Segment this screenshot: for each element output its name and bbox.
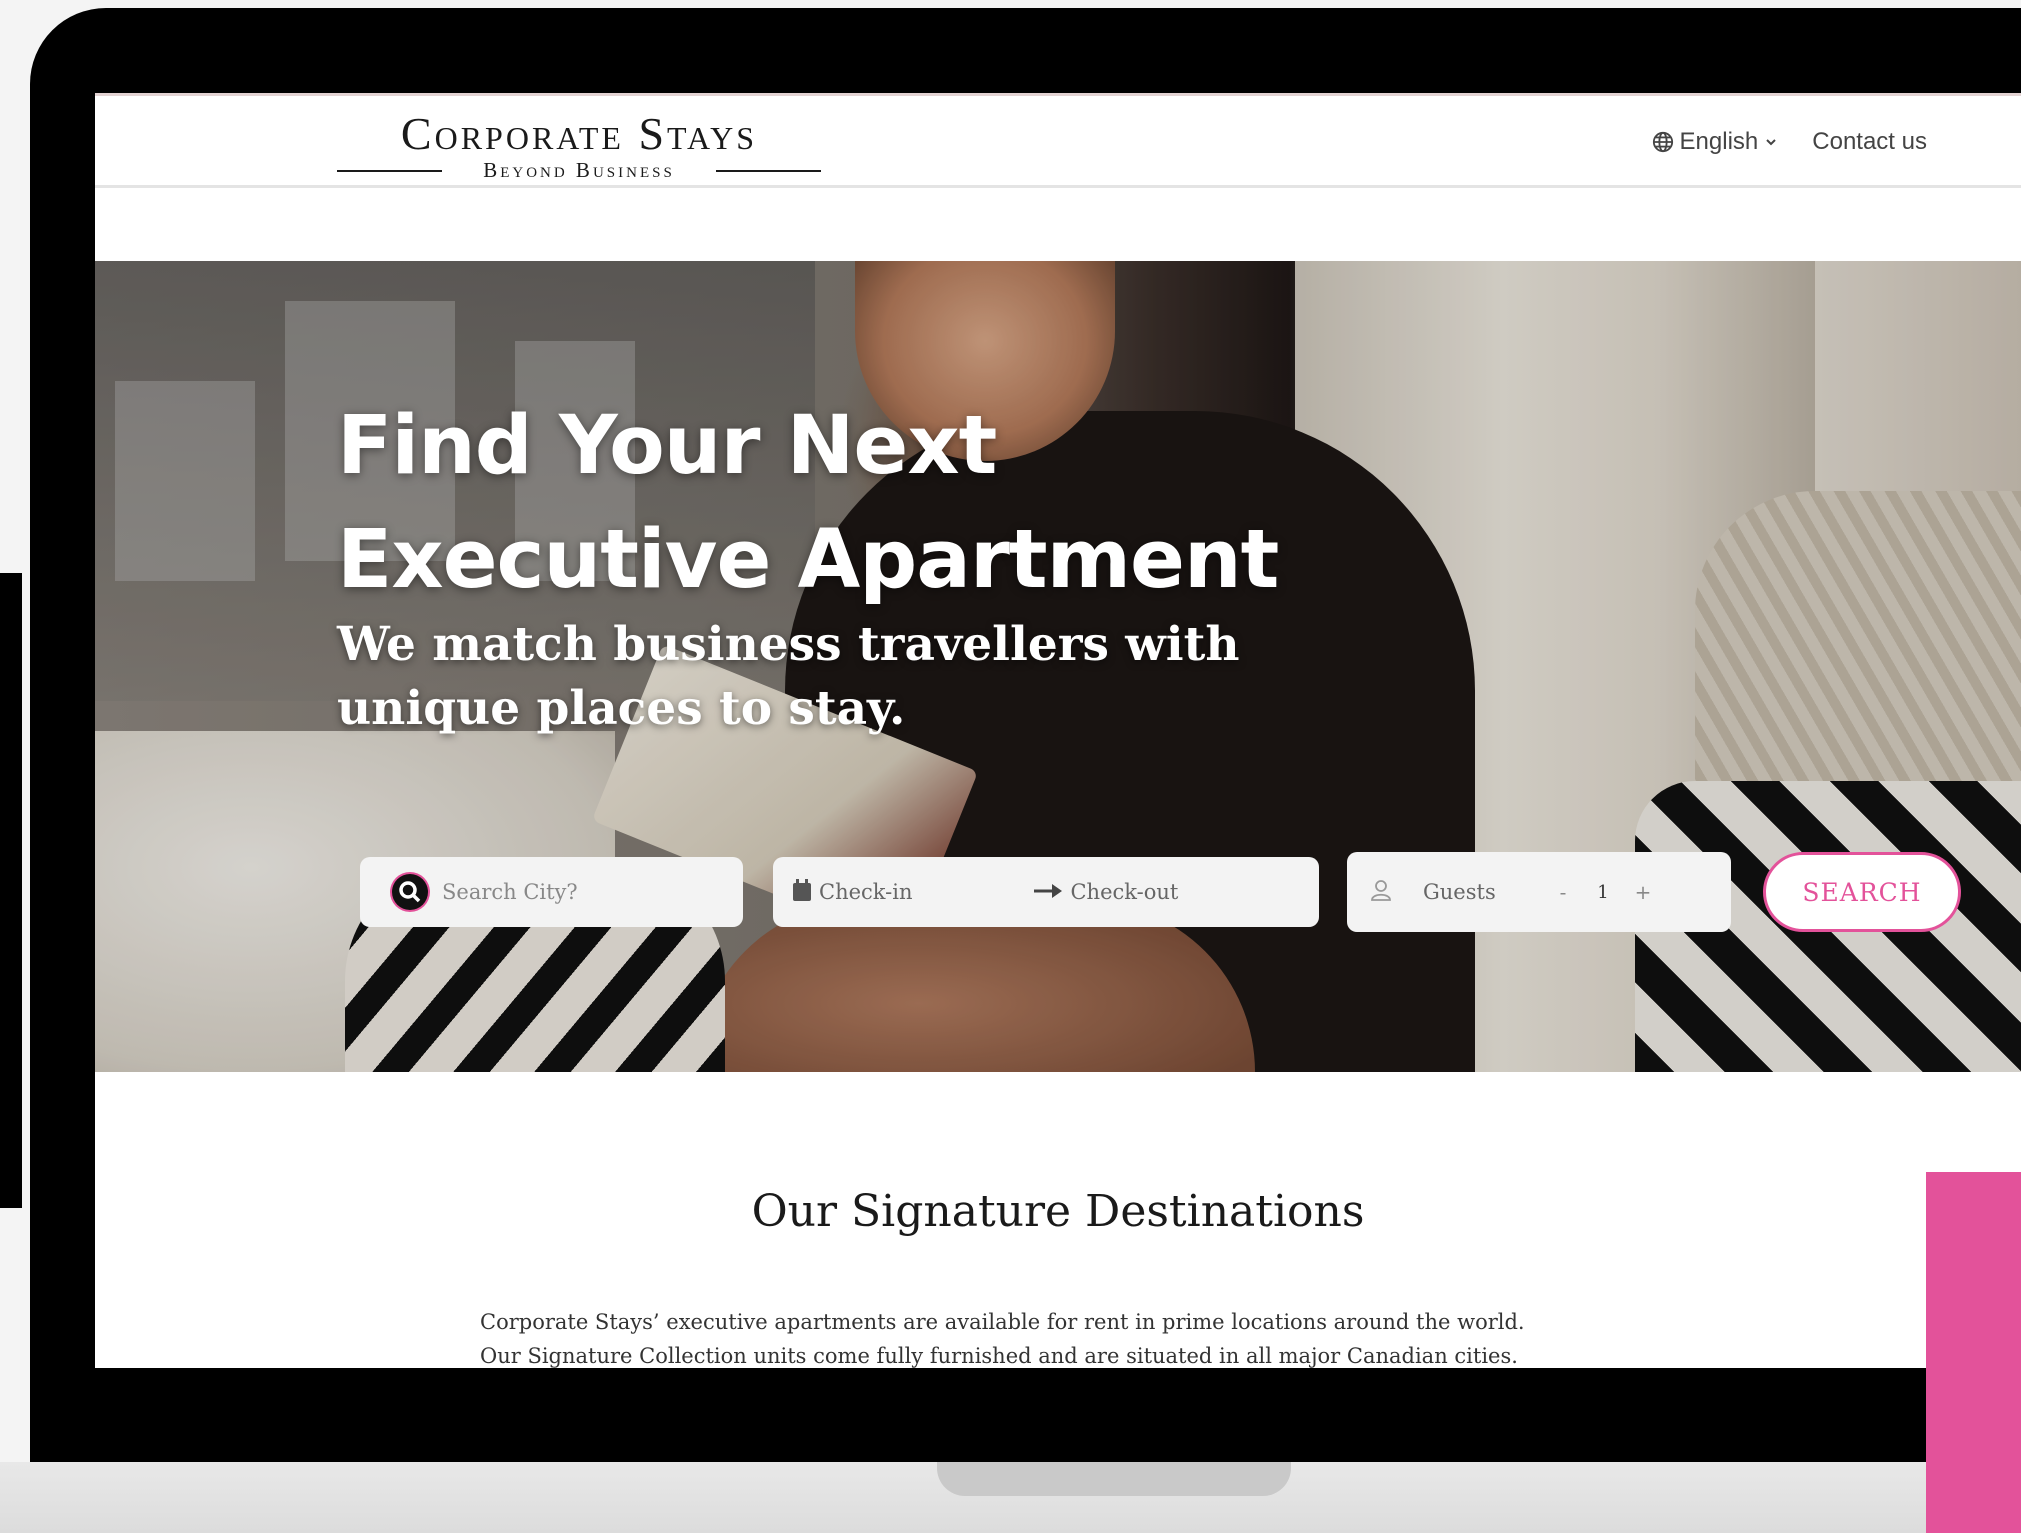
search-icon bbox=[390, 872, 430, 912]
guests-decrement-button[interactable]: - bbox=[1543, 880, 1583, 904]
guests-stepper: - 1 + bbox=[1543, 880, 1663, 904]
logo-rule-right bbox=[716, 170, 821, 172]
checkin-label: Check-in bbox=[819, 880, 913, 904]
checkout-label: Check-out bbox=[1070, 880, 1179, 904]
chevron-down-icon bbox=[1764, 135, 1778, 149]
destinations-text-line: Our Signature Collection units come full… bbox=[480, 1344, 1518, 1368]
guests-label: Guests bbox=[1423, 880, 1496, 904]
site-header: Corporate Stays Beyond Business English bbox=[95, 93, 2021, 188]
checkin-field[interactable]: Check-in bbox=[793, 878, 913, 906]
hero-title-line: Executive Apartment bbox=[337, 513, 1279, 607]
contact-us-link[interactable]: Contact us bbox=[1812, 128, 1927, 156]
user-icon bbox=[1369, 878, 1393, 907]
main-nav: English Contact us bbox=[1652, 128, 1927, 156]
city-search-placeholder: Search City? bbox=[442, 880, 578, 904]
browser-screen: Corporate Stays Beyond Business English bbox=[95, 93, 2021, 1368]
logo-tagline: Beyond Business bbox=[337, 160, 821, 181]
guests-increment-button[interactable]: + bbox=[1623, 880, 1663, 904]
city-search-field[interactable]: Search City? bbox=[360, 857, 743, 927]
globe-icon bbox=[1652, 131, 1674, 153]
language-selector[interactable]: English bbox=[1652, 128, 1779, 156]
hero-title-line: Find Your Next bbox=[337, 399, 997, 493]
destinations-description: Corporate Stays’ executive apartments ar… bbox=[480, 1305, 1680, 1368]
calendar-icon bbox=[793, 878, 811, 906]
checkout-field[interactable]: Check-out bbox=[1034, 880, 1178, 904]
hero-banner: Find Your Next Executive Apartment We ma… bbox=[95, 261, 2021, 1072]
logo[interactable]: Corporate Stays Beyond Business bbox=[337, 108, 821, 181]
arrow-right-icon bbox=[1034, 880, 1063, 904]
search-button[interactable]: SEARCH bbox=[1763, 852, 1961, 932]
logo-main-text: Corporate Stays bbox=[400, 108, 758, 159]
left-accent-bar bbox=[0, 573, 22, 1208]
language-label: English bbox=[1679, 128, 1759, 155]
pink-accent-block bbox=[1926, 1172, 2021, 1533]
destinations-title: Our Signature Destinations bbox=[751, 1186, 1365, 1237]
guests-field: Guests - 1 + bbox=[1347, 852, 1731, 932]
guests-count: 1 bbox=[1597, 881, 1609, 903]
hero-title: Find Your Next Executive Apartment bbox=[337, 389, 1337, 617]
destinations-text-line: Corporate Stays’ executive apartments ar… bbox=[480, 1310, 1525, 1334]
laptop-notch bbox=[937, 1462, 1291, 1496]
hero-subtitle: We match business travellers with unique… bbox=[337, 617, 1240, 736]
date-range-field[interactable]: Check-in Check-out bbox=[773, 857, 1319, 927]
